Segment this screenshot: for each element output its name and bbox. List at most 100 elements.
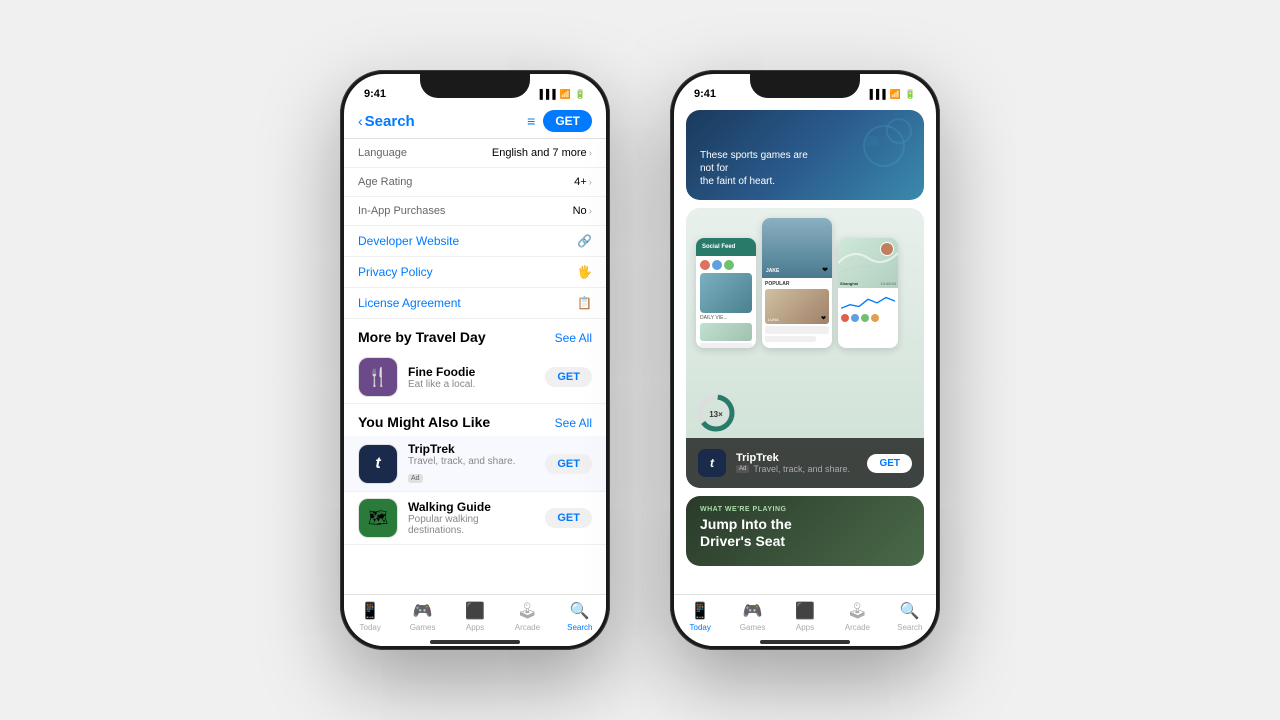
walking-guide-icon: 🗺 [358,498,398,538]
fine-foodie-get-button[interactable]: GET [545,367,592,387]
tab2-search-label: Search [897,623,922,632]
tab-bar-1: 📱 Today 🎮 Games ⬛ Apps 🕹 Arcade 🔍 [344,594,606,646]
in-app-row: In-App Purchases No › [344,197,606,226]
back-button[interactable]: ‹ Search [358,113,415,130]
tab2-games[interactable]: 🎮 Games [726,601,778,632]
phone-2: 9:41 ▐▐▐ 📶 🔋 These sports games ar [670,70,940,650]
arcade-icon-2: 🕹 [847,601,867,621]
signal-icon: ▐▐▐ [536,89,555,99]
card-get-button[interactable]: GET [867,454,912,473]
apps-icon-2: ⬛ [795,601,815,621]
privacy-policy-link[interactable]: Privacy Policy 🖐 [344,257,606,288]
back-label: Search [365,113,415,130]
external-link-icon: 🔗 [577,234,592,248]
chevron-left-icon: ‹ [358,113,363,129]
sports-card[interactable]: These sports games are not forthe faint … [686,110,924,200]
more-by-title: More by Travel Day [358,329,555,345]
tab-apps-label: Apps [466,623,484,632]
social-card[interactable]: Social Feed DAILY VIE... [686,208,924,488]
tab2-apps[interactable]: ⬛ Apps [779,601,831,632]
fine-foodie-icon: 🍴 [358,357,398,397]
arcade-icon: 🕹 [517,601,537,621]
tab2-arcade-label: Arcade [845,623,870,632]
status-icons-2: ▐▐▐ 📶 🔋 [866,89,916,100]
wifi-icon-2: 📶 [890,89,901,100]
screenshot-1: Social Feed DAILY VIE... [696,238,756,348]
status-icons-1: ▐▐▐ 📶 🔋 [536,89,586,100]
tab-bar-2: 📱 Today 🎮 Games ⬛ Apps 🕹 Arcade 🔍 [674,594,936,646]
tab-today-label: Today [360,623,381,632]
tab2-games-label: Games [740,623,766,632]
ring-chart: 13× [696,393,736,433]
developer-website-text: Developer Website [358,234,573,248]
fine-foodie-info: Fine Foodie Eat like a local. [408,365,535,390]
nav-header: ‹ Search ≡ GET [344,106,606,138]
tab2-search[interactable]: 🔍 Search [884,601,936,632]
home-indicator-2 [760,640,850,644]
card-ad-badge: Ad [736,465,749,473]
document-icon: 📋 [577,296,592,310]
triptrek-get-button[interactable]: GET [545,454,592,474]
tab-today[interactable]: 📱 Today [344,601,396,632]
developer-website-link[interactable]: Developer Website 🔗 [344,226,606,257]
screenshots-row: Social Feed DAILY VIE... [696,218,914,348]
screenshot-2: JAKE ❤ POPULAR LUNA ❤ [762,218,832,348]
today-icon-2: 📱 [690,601,710,621]
battery-icon: 🔋 [575,89,586,100]
driver-card-subtitle: WHAT WE'RE PLAYING [700,506,910,513]
home-indicator-1 [430,640,520,644]
status-time-1: 9:41 [364,88,386,100]
tab2-today[interactable]: 📱 Today [674,601,726,632]
tab-apps[interactable]: ⬛ Apps [449,601,501,632]
tab-games[interactable]: 🎮 Games [396,601,448,632]
signal-icon-2: ▐▐▐ [866,89,885,99]
fine-foodie-row: 🍴 Fine Foodie Eat like a local. GET [344,351,606,404]
language-value: English and 7 more [492,147,587,159]
tab-search[interactable]: 🔍 Search [554,601,606,632]
search-icon: 🔍 [570,601,590,621]
age-rating-value: 4+ [574,176,587,188]
triptrek-name: TripTrek [408,442,535,456]
wifi-icon: 📶 [560,89,571,100]
triptrek-info: TripTrek Travel, track, and share. Ad [408,442,535,485]
in-app-value: No [573,205,587,217]
games-icon-2: 🎮 [743,601,763,621]
in-app-label: In-App Purchases [358,205,458,217]
triptrek-icon: t [358,444,398,484]
chevron-icon-2: › [589,177,592,188]
get-button-top[interactable]: GET [543,110,592,132]
age-rating-row: Age Rating 4+ › [344,168,606,197]
fine-foodie-name: Fine Foodie [408,365,535,379]
list-icon[interactable]: ≡ [527,113,535,129]
license-agreement-link[interactable]: License Agreement 📋 [344,288,606,319]
apps-icon: ⬛ [465,601,485,621]
notch-1 [420,74,530,98]
hand-icon: 🖐 [577,265,592,279]
triptrek-row: t TripTrek Travel, track, and share. Ad … [344,436,606,492]
driver-card[interactable]: WHAT WE'RE PLAYING Jump Into theDriver's… [686,496,924,566]
walking-guide-row: 🗺 Walking Guide Popular walking destinat… [344,492,606,545]
walking-guide-get-button[interactable]: GET [545,508,592,528]
tab-arcade[interactable]: 🕹 Arcade [501,601,553,632]
walking-guide-info: Walking Guide Popular walking destinatio… [408,500,535,536]
games-icon: 🎮 [413,601,433,621]
screenshot-3: Shanghai 19:45:04 [838,238,898,348]
tab2-today-label: Today [690,623,711,632]
more-by-see-all[interactable]: See All [555,331,592,345]
search-icon-2: 🔍 [900,601,920,621]
triptrek-ad-badge: Ad [408,474,423,483]
tab-games-label: Games [410,623,436,632]
card-app-name: TripTrek [736,452,857,464]
today-icon: 📱 [360,601,380,621]
age-rating-label: Age Rating [358,176,458,188]
tab-search-label: Search [567,623,592,632]
driver-card-title: Jump Into theDriver's Seat [700,516,910,550]
sports-card-text: These sports games are not forthe faint … [700,149,820,188]
tab-arcade-label: Arcade [515,623,540,632]
language-label: Language [358,147,458,159]
card-app-info: TripTrek Ad Travel, track, and share. [736,452,857,474]
tab2-arcade[interactable]: 🕹 Arcade [831,601,883,632]
privacy-policy-text: Privacy Policy [358,265,573,279]
also-like-see-all[interactable]: See All [555,416,592,430]
battery-icon-2: 🔋 [905,89,916,100]
